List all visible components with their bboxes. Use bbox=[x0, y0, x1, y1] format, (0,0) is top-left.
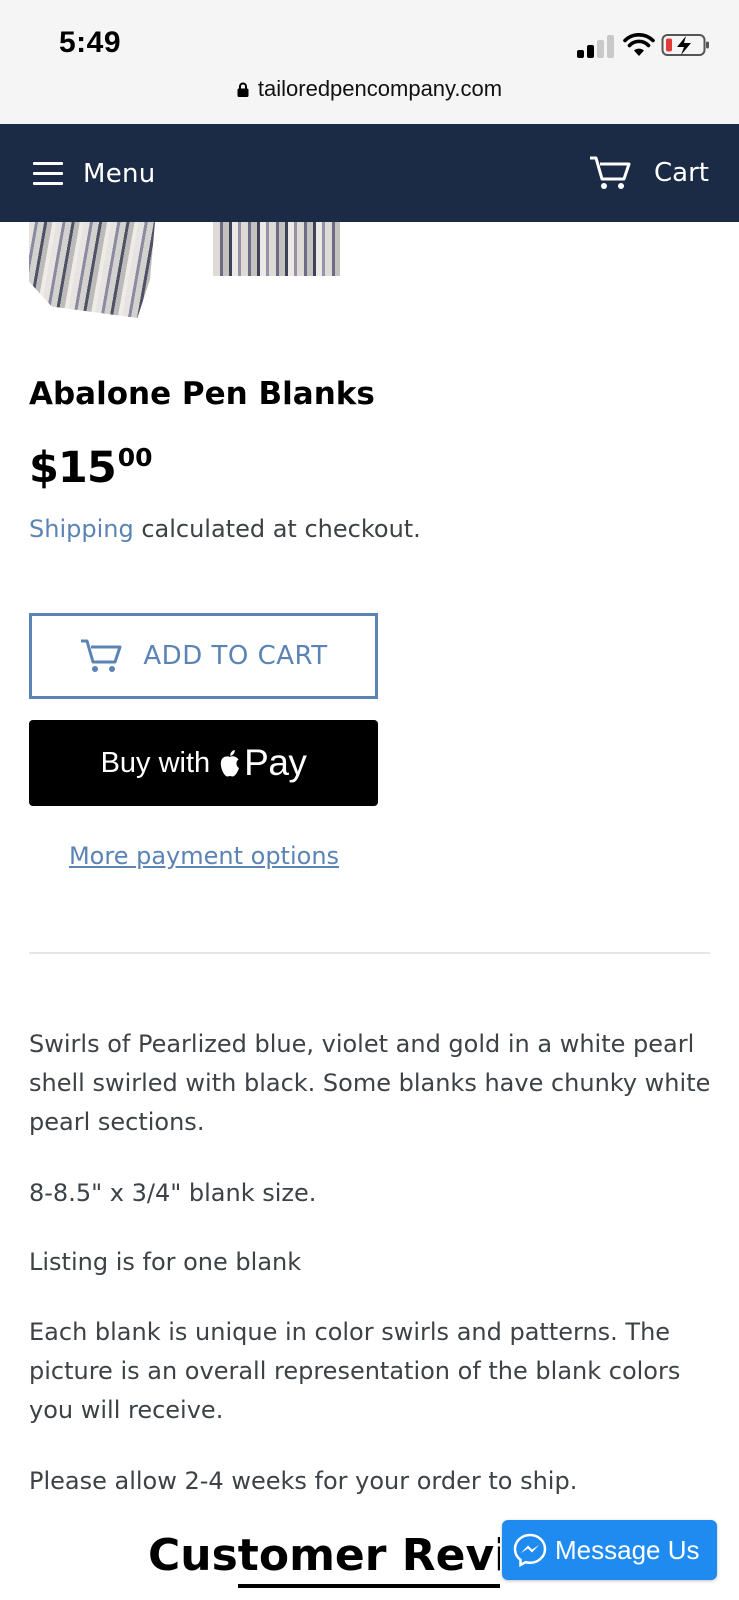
description-paragraph: Each blank is unique in color swirls and… bbox=[29, 1318, 681, 1424]
battery-charging-icon bbox=[661, 34, 709, 56]
message-us-label: Message Us bbox=[555, 1534, 700, 1565]
add-to-cart-label: ADD TO CART bbox=[143, 641, 328, 671]
customer-reviews-heading: Customer Revie bbox=[148, 1530, 500, 1581]
shipping-link[interactable]: Shipping bbox=[29, 515, 134, 543]
apple-logo-icon bbox=[220, 749, 240, 776]
cellular-signal-icon bbox=[577, 34, 615, 58]
messenger-icon bbox=[513, 1533, 547, 1567]
wifi-icon bbox=[623, 33, 655, 56]
shipping-text: calculated at checkout. bbox=[133, 515, 421, 543]
product-thumbnail-2[interactable] bbox=[213, 222, 340, 276]
apple-pay-pay-text: Pay bbox=[244, 742, 307, 783]
message-us-button[interactable]: Message Us bbox=[502, 1520, 717, 1580]
menu-label: Menu bbox=[83, 159, 156, 189]
address-bar[interactable]: tailoredpencompany.com bbox=[0, 76, 739, 102]
add-to-cart-button[interactable]: ADD TO CART bbox=[29, 613, 378, 699]
menu-button[interactable]: Menu bbox=[33, 154, 156, 194]
hamburger-icon bbox=[33, 162, 63, 186]
description-paragraph: Listing is for one blank bbox=[29, 1248, 302, 1276]
description-paragraph: Swirls of Pearlized blue, violet and gol… bbox=[29, 1030, 711, 1136]
section-divider bbox=[29, 952, 710, 954]
price-dollars: $15 bbox=[29, 443, 117, 493]
more-payment-options-link[interactable]: More payment options bbox=[0, 842, 408, 870]
description-paragraph: 8-8.5" x 3/4" blank size. bbox=[29, 1179, 317, 1207]
cart-icon bbox=[590, 156, 631, 189]
price-cents: 00 bbox=[117, 443, 153, 472]
apple-pay-button[interactable]: Buy with Pay bbox=[29, 720, 378, 806]
description-paragraph: Please allow 2-4 weeks for your order to… bbox=[29, 1467, 578, 1495]
cart-icon bbox=[81, 639, 122, 672]
lock-icon bbox=[237, 82, 249, 97]
product-title: Abalone Pen Blanks bbox=[29, 376, 375, 412]
cart-button[interactable]: Cart bbox=[588, 152, 709, 194]
status-bar: 5:49 tailoredpencompany.com bbox=[0, 0, 739, 124]
product-price: $1500 bbox=[29, 443, 153, 493]
heading-underline bbox=[238, 1584, 500, 1588]
site-header: Menu Cart bbox=[0, 124, 739, 222]
apple-pay-buy-text: Buy with bbox=[100, 746, 211, 779]
shipping-note: Shipping calculated at checkout. bbox=[29, 515, 421, 543]
product-thumbnail-1[interactable] bbox=[29, 222, 155, 318]
url-text: tailoredpencompany.com bbox=[257, 76, 503, 101]
status-time: 5:49 bbox=[59, 26, 122, 59]
cart-label: Cart bbox=[654, 158, 709, 188]
